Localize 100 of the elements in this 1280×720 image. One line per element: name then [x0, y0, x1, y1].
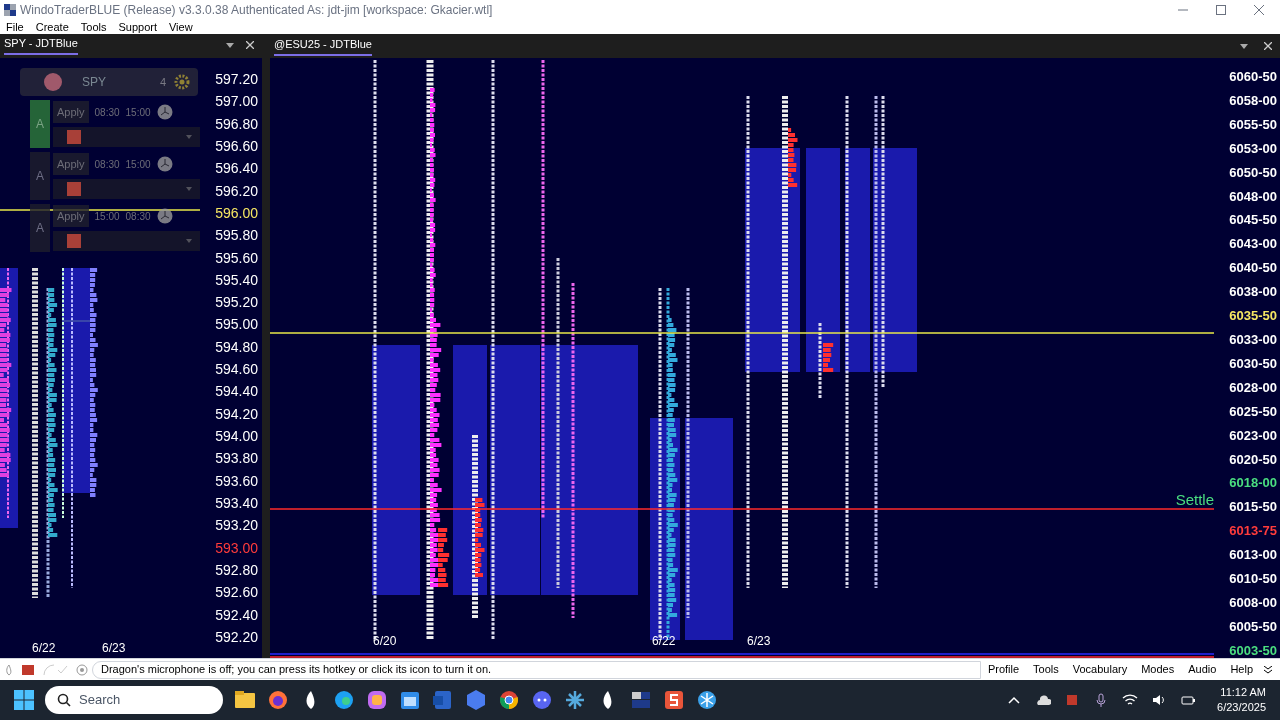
price-label: 596.80: [215, 116, 258, 131]
hexagon-icon[interactable]: [465, 689, 487, 711]
price-label: 594.40: [215, 384, 258, 399]
cloud-icon[interactable]: [1035, 692, 1052, 708]
maximize-icon[interactable]: [1216, 5, 1226, 15]
caret-icon: [186, 135, 192, 139]
price-label: 594.20: [215, 406, 258, 421]
chrome-icon[interactable]: [498, 689, 520, 711]
start-time[interactable]: 08:30: [94, 156, 120, 172]
menu-item[interactable]: Create: [29, 18, 75, 36]
price-label: 6060-50: [1229, 70, 1277, 83]
caret-icon: [186, 239, 192, 243]
price-label: 6025-50: [1229, 404, 1277, 418]
snowflake-icon[interactable]: [696, 689, 718, 711]
price-label: 6005-50: [1229, 619, 1277, 633]
menu-item[interactable]: Audio: [1181, 661, 1224, 678]
price-label: 593.60: [215, 473, 258, 488]
menu-item[interactable]: Support: [112, 18, 163, 36]
panel-tab[interactable]: @ESU25 - JDTBlue: [274, 35, 372, 57]
dropdown-icon[interactable]: [226, 42, 234, 48]
menu-item[interactable]: Tools: [1026, 661, 1066, 678]
squares-icon[interactable]: [630, 689, 652, 711]
clock-time[interactable]: 11:12 AM: [1220, 685, 1266, 700]
search-placeholder: Search: [79, 691, 122, 710]
menu-item[interactable]: Tools: [74, 18, 113, 36]
start-time[interactable]: 15:00: [94, 208, 120, 224]
price-label: 6040-50: [1229, 261, 1277, 275]
end-time[interactable]: 08:30: [125, 208, 151, 224]
menu-item[interactable]: Modes: [1134, 661, 1182, 678]
price-label: 6008-00: [1229, 595, 1277, 609]
price-label: 597.20: [215, 72, 258, 86]
price-label: 6035-50: [1229, 309, 1277, 323]
price-label: 595.40: [215, 272, 258, 287]
radio-icon[interactable]: [76, 663, 88, 676]
price-label: 6030-50: [1229, 356, 1277, 370]
count-label: 4: [159, 74, 166, 90]
clock-icon[interactable]: [156, 208, 173, 224]
s-logo-icon[interactable]: [663, 689, 685, 711]
menu-item[interactable]: View: [163, 18, 199, 36]
start-icon[interactable]: [14, 690, 34, 710]
price-label: 594.80: [215, 339, 258, 354]
folder-icon[interactable]: [234, 689, 256, 711]
price-label: 595.60: [215, 250, 258, 265]
price-label: 6028-00: [1229, 380, 1277, 394]
close-icon[interactable]: [1254, 5, 1264, 15]
chat-icon[interactable]: [531, 689, 553, 711]
sparkle-icon[interactable]: [564, 689, 586, 711]
price-label: 6003-50: [1229, 643, 1277, 657]
price-label: 6023-00: [1229, 428, 1277, 442]
price-label: 6020-50: [1229, 452, 1277, 466]
tray-icon[interactable]: [22, 664, 34, 675]
status-message: Dragon's microphone is off; you can press its hotkey or click its icon to turn it on.: [92, 660, 981, 679]
globe-icon[interactable]: [333, 689, 355, 711]
color-dropdown[interactable]: [53, 127, 200, 147]
end-time[interactable]: 15:00: [125, 156, 151, 172]
price-label: 596.60: [215, 138, 258, 153]
date-label: 6/22: [32, 642, 56, 654]
search-icon: [57, 693, 71, 707]
color-dropdown[interactable]: [53, 231, 200, 251]
price-label: 6050-50: [1229, 165, 1277, 179]
search-field[interactable]: Search: [45, 686, 223, 714]
record-icon[interactable]: [44, 73, 62, 91]
menu-item[interactable]: Vocabulary: [1065, 661, 1135, 678]
color-dropdown[interactable]: [53, 179, 200, 199]
price-line: [61, 320, 91, 322]
price-label: 6045-50: [1229, 213, 1277, 227]
color-swatch: [67, 130, 81, 144]
price-label: 596.20: [215, 183, 258, 198]
price-label: 6043-00: [1229, 237, 1277, 251]
gear-icon[interactable]: [174, 74, 190, 90]
window-title: WindoTraderBLUE (Release) v3.3.0.38 Authenticated As: jdt-jim [workspace: Gkacier.wtl]: [20, 2, 493, 19]
price-label: 595.00: [215, 317, 258, 332]
end-time[interactable]: 15:00: [125, 104, 151, 120]
price-label: 597.00: [215, 94, 258, 109]
price-label: 6038-00: [1229, 285, 1277, 299]
menu-item[interactable]: Help: [1223, 661, 1260, 678]
menu-item[interactable]: File: [0, 18, 30, 36]
start-time[interactable]: 08:30: [94, 104, 120, 120]
date-label: 6/20: [373, 635, 397, 647]
calendar-icon[interactable]: [399, 689, 421, 711]
color-swatch: [67, 234, 81, 248]
clock-date[interactable]: 6/23/2025: [1217, 700, 1266, 715]
price-label: 596.40: [215, 161, 258, 176]
price-label: 6010-50: [1229, 572, 1277, 586]
price-label: 593.80: [215, 451, 258, 466]
price-label: 592.60: [215, 585, 258, 600]
dropdown-icon[interactable]: [1240, 43, 1248, 49]
price-label: 593.20: [215, 518, 258, 533]
symbol-label: SPY: [82, 74, 106, 91]
menu-item[interactable]: Profile: [980, 661, 1027, 678]
price-label: 6053-00: [1229, 141, 1277, 155]
document-icon[interactable]: [432, 689, 454, 711]
date-label: 6/22: [652, 635, 676, 647]
price-label: 6058-00: [1229, 93, 1277, 107]
clock-icon[interactable]: [156, 156, 173, 172]
expand-icon[interactable]: [1264, 665, 1272, 674]
price-label: 6013-75: [1229, 524, 1277, 538]
price-label: 6055-50: [1229, 117, 1277, 131]
price-label: 6018-00: [1229, 476, 1277, 490]
clock-icon[interactable]: [156, 104, 173, 120]
